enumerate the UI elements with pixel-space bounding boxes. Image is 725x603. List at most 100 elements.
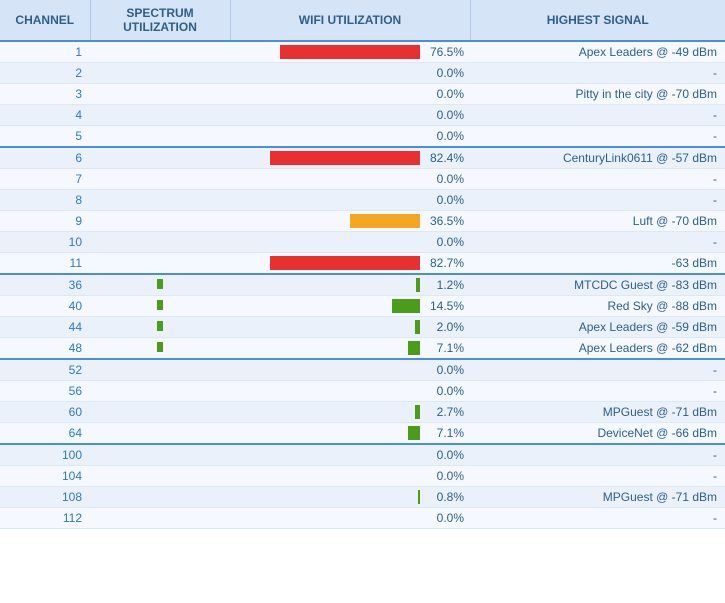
- wifi-pct-label: 0.0%: [426, 108, 464, 122]
- table-row: 560.0%-: [0, 381, 725, 402]
- table-row: 1 76.5% Apex Leaders @ -49 dBm: [0, 41, 725, 63]
- wifi-pct-label: 0.0%: [426, 511, 464, 525]
- highest-signal-cell: -: [470, 444, 725, 466]
- channel-cell: 8: [0, 190, 90, 211]
- wifi-pct-label: 82.7%: [426, 256, 464, 270]
- wifi-bar: [408, 341, 420, 355]
- table-row: 5 0.0%-: [0, 126, 725, 148]
- table-row: 682.4%CenturyLink0611 @ -57 dBm: [0, 147, 725, 169]
- spectrum-cell: [90, 190, 230, 211]
- wifi-util-cell: 0.0%: [230, 444, 470, 466]
- wifi-util-cell: 36.5%: [230, 211, 470, 232]
- highest-signal-cell: -: [470, 63, 725, 84]
- highest-signal-cell: Pitty in the city @ -70 dBm: [470, 84, 725, 105]
- header-channel: CHANNEL: [0, 0, 90, 41]
- wifi-pct-label: 0.0%: [426, 469, 464, 483]
- wifi-util-cell: 7.1%: [230, 338, 470, 360]
- highest-signal-cell: -63 dBm: [470, 253, 725, 275]
- table-row: 30.0%Pitty in the city @ -70 dBm: [0, 84, 725, 105]
- channel-cell: 44: [0, 317, 90, 338]
- highest-signal-cell: -: [470, 232, 725, 253]
- spectrum-cell: [90, 147, 230, 169]
- table-row: 40.0%-: [0, 105, 725, 126]
- table-body: 176.5%Apex Leaders @ -49 dBm20.0%-30.0%P…: [0, 41, 725, 529]
- spectrum-cell: [90, 105, 230, 126]
- highest-signal-cell: DeviceNet @ -66 dBm: [470, 423, 725, 445]
- highest-signal-cell: -: [470, 190, 725, 211]
- wifi-util-cell: 2.7%: [230, 402, 470, 423]
- channel-cell: 9: [0, 211, 90, 232]
- wifi-util-cell: 7.1%: [230, 423, 470, 445]
- spectrum-cell: [90, 41, 230, 63]
- channel-cell: 4: [0, 105, 90, 126]
- header-wifi-util: WIFI UTILIZATION: [230, 0, 470, 41]
- channel-cell: 56: [0, 381, 90, 402]
- highest-signal-cell: MPGuest @ -71 dBm: [470, 487, 725, 508]
- wifi-util-cell: 0.0%: [230, 359, 470, 381]
- spectrum-cell: [90, 169, 230, 190]
- spectrum-cell: [90, 487, 230, 508]
- wifi-util-cell: 0.0%: [230, 105, 470, 126]
- highest-signal-cell: CenturyLink0611 @ -57 dBm: [470, 147, 725, 169]
- wifi-pct-label: 0.0%: [426, 235, 464, 249]
- highest-signal-cell: MPGuest @ -71 dBm: [470, 402, 725, 423]
- table-row: 1120.0%-: [0, 508, 725, 529]
- table-row: 9 36.5%Luft @ -70 dBm: [0, 211, 725, 232]
- spectrum-cell: [90, 296, 230, 317]
- wifi-util-cell: 14.5%: [230, 296, 470, 317]
- highest-signal-cell: -: [470, 126, 725, 148]
- spectrum-cell: [90, 359, 230, 381]
- wifi-util-cell: 0.0%: [230, 381, 470, 402]
- wifi-pct-label: 0.0%: [426, 129, 464, 143]
- spectrum-cell: [90, 444, 230, 466]
- table-row: 1000.0%-: [0, 444, 725, 466]
- highest-signal-cell: -: [470, 359, 725, 381]
- wifi-bar: [280, 45, 420, 59]
- table-row: 1080.8%MPGuest @ -71 dBm: [0, 487, 725, 508]
- highest-signal-cell: Apex Leaders @ -49 dBm: [470, 41, 725, 63]
- header-highest-signal: HIGHEST SIGNAL: [470, 0, 725, 41]
- spectrum-cell: [90, 274, 230, 296]
- wifi-util-cell: 2.0%: [230, 317, 470, 338]
- spectrum-cell: [90, 253, 230, 275]
- wifi-util-cell: 1.2%: [230, 274, 470, 296]
- table-row: 70.0%-: [0, 169, 725, 190]
- wifi-util-cell: 76.5%: [230, 41, 470, 63]
- wifi-pct-label: 0.0%: [426, 448, 464, 462]
- wifi-bar: [415, 320, 420, 334]
- channel-cell: 40: [0, 296, 90, 317]
- highest-signal-cell: MTCDC Guest @ -83 dBm: [470, 274, 725, 296]
- table-row: 520.0%-: [0, 359, 725, 381]
- wifi-bar: [270, 256, 420, 270]
- highest-signal-cell: -: [470, 169, 725, 190]
- spectrum-cell: [90, 317, 230, 338]
- wifi-pct-label: 1.2%: [426, 278, 464, 292]
- wifi-util-cell: 0.0%: [230, 466, 470, 487]
- highest-signal-cell: Red Sky @ -88 dBm: [470, 296, 725, 317]
- table-row: 487.1%Apex Leaders @ -62 dBm: [0, 338, 725, 360]
- channel-cell: 108: [0, 487, 90, 508]
- wifi-pct-label: 14.5%: [426, 299, 464, 313]
- channel-cell: 104: [0, 466, 90, 487]
- wifi-util-cell: 0.0%: [230, 169, 470, 190]
- wifi-bar: [408, 426, 420, 440]
- wifi-util-cell: 0.0%: [230, 190, 470, 211]
- channel-cell: 5: [0, 126, 90, 148]
- wifi-pct-label: 7.1%: [426, 341, 464, 355]
- channel-cell: 1: [0, 41, 90, 63]
- spectrum-cell: [90, 232, 230, 253]
- channel-cell: 2: [0, 63, 90, 84]
- wifi-pct-label: 0.0%: [426, 172, 464, 186]
- channel-cell: 60: [0, 402, 90, 423]
- table-row: 11 82.7% -63 dBm: [0, 253, 725, 275]
- wifi-pct-label: 0.0%: [426, 384, 464, 398]
- spectrum-cell: [90, 508, 230, 529]
- channel-cell: 11: [0, 253, 90, 275]
- wifi-pct-label: 2.0%: [426, 320, 464, 334]
- wifi-util-cell: 0.0%: [230, 126, 470, 148]
- wifi-pct-label: 0.0%: [426, 87, 464, 101]
- highest-signal-cell: Luft @ -70 dBm: [470, 211, 725, 232]
- table-row: 8 0.0%-: [0, 190, 725, 211]
- wifi-pct-label: 76.5%: [426, 45, 464, 59]
- spectrum-cell: [90, 211, 230, 232]
